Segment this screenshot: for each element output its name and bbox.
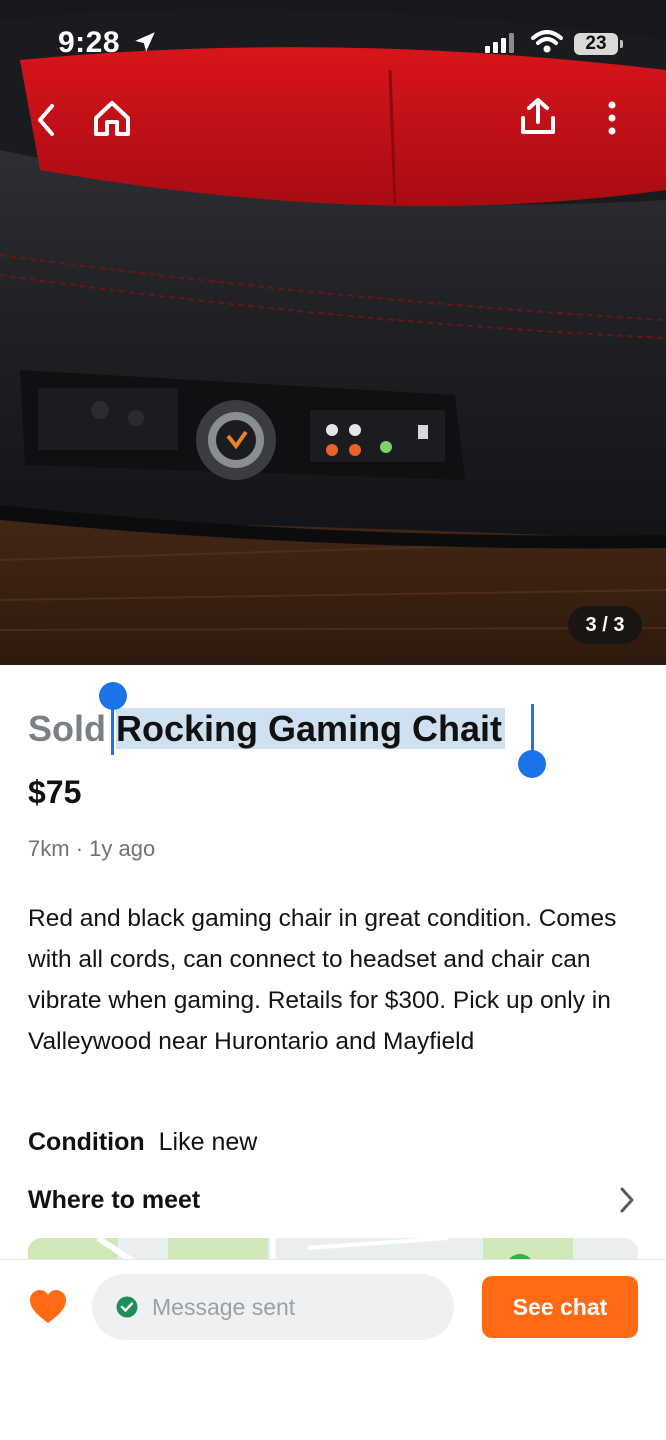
home-icon[interactable]	[90, 98, 134, 140]
listing-title[interactable]: Sold Rocking Gaming Chait	[28, 704, 506, 754]
share-icon[interactable]	[518, 96, 558, 138]
status-time: 9:28	[58, 26, 121, 59]
sold-label: Sold	[28, 708, 106, 749]
chevron-right-icon	[620, 1187, 634, 1213]
message-status-text: Message sent	[152, 1294, 296, 1320]
title-text[interactable]: Rocking Gaming Chait	[116, 708, 506, 749]
condition-value: Like new	[158, 1128, 258, 1156]
condition-label: Condition	[28, 1128, 145, 1156]
listing-age: 1y ago	[89, 836, 156, 861]
back-icon[interactable]	[30, 100, 62, 140]
heart-icon[interactable]	[28, 1288, 68, 1326]
where-to-meet-label: Where to meet	[28, 1186, 201, 1214]
product-photo[interactable]: 9:28 23 3 / 3	[0, 0, 666, 665]
wifi-icon	[531, 30, 563, 53]
see-chat-button[interactable]: See chat	[482, 1276, 638, 1338]
listing-meta: 7km · 1y ago	[28, 834, 155, 864]
message-status-pill: Message sent	[92, 1274, 454, 1340]
selection-end-handle[interactable]	[518, 750, 546, 778]
condition-row: Condition Like new	[28, 1124, 257, 1160]
check-circle-icon	[116, 1296, 138, 1318]
meta-separator: ·	[75, 836, 84, 861]
selection-start-handle[interactable]	[99, 682, 127, 710]
description: Red and black gaming chair in great cond…	[28, 905, 617, 1055]
battery-icon: 23	[574, 33, 623, 55]
bottom-action-bar: Message sent See chat	[0, 1259, 666, 1440]
status-bar: 9:28 23	[0, 0, 666, 90]
photo-counter: 3 / 3	[568, 606, 642, 644]
distance: 7km	[28, 836, 70, 861]
price: $75	[28, 774, 82, 810]
location-arrow-icon	[135, 32, 155, 52]
signal-icon	[485, 33, 514, 53]
more-icon[interactable]	[600, 98, 624, 138]
where-to-meet-row[interactable]: Where to meet	[28, 1180, 640, 1220]
